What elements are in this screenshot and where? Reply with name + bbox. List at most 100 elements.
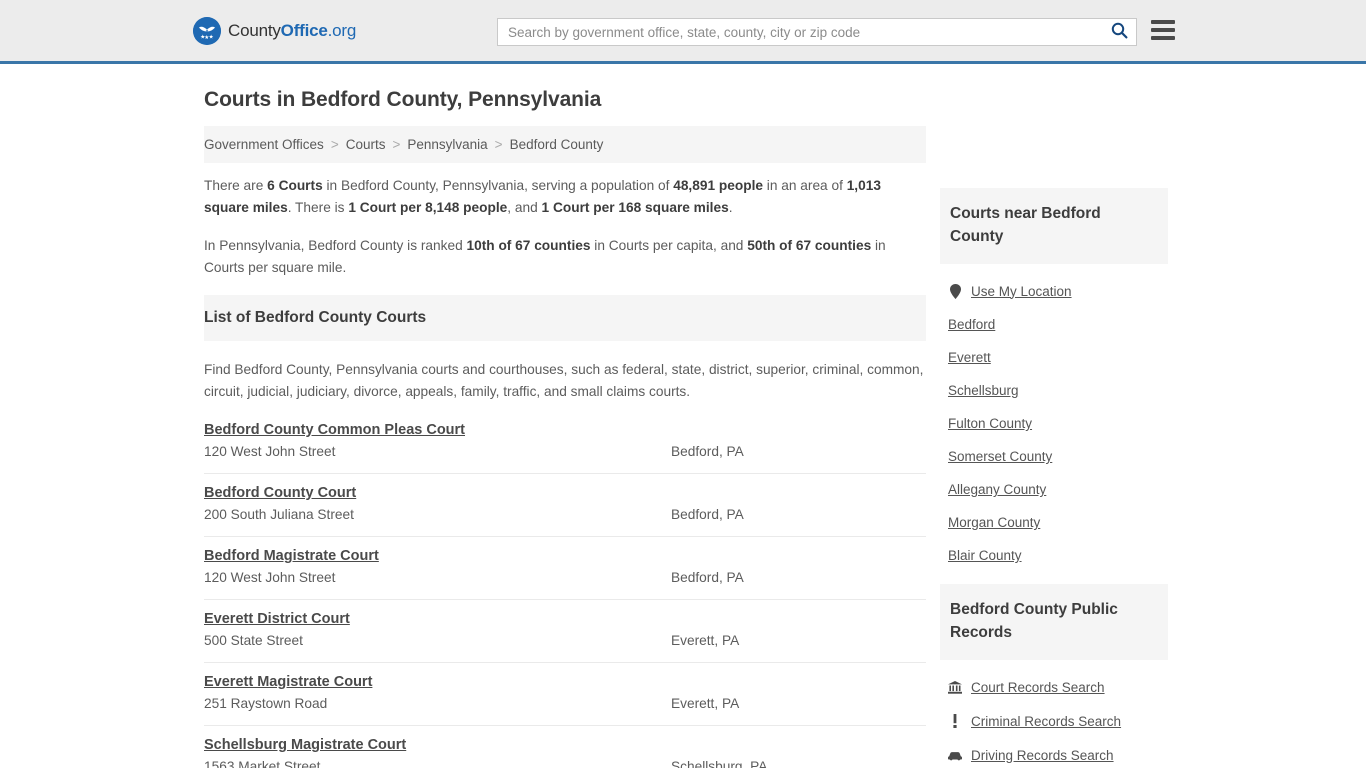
court-name-link[interactable]: Schellsburg Magistrate Court — [204, 737, 406, 753]
hamburger-bar — [1151, 28, 1175, 32]
stats-text: In Pennsylvania, Bedford County is ranke… — [204, 238, 467, 253]
sidebar-item-label: Fulton County — [948, 416, 1033, 431]
site-header: ★ ★ ★ CountyOffice.org — [0, 0, 1366, 64]
court-city: Schellsburg, PA — [671, 759, 768, 768]
public-records-panel: Bedford County Public Records Court Reco… — [940, 584, 1168, 768]
court-address: 1563 Market Street — [204, 759, 321, 768]
court-meta: 200 South Juliana Street Bedford, PA — [204, 507, 926, 527]
list-section-heading: List of Bedford County Courts — [204, 309, 427, 326]
court-city: Everett, PA — [671, 696, 740, 711]
public-records-heading: Bedford County Public Records — [950, 601, 1118, 641]
court-address: 251 Raystown Road — [204, 696, 328, 711]
list-section-header: List of Bedford County Courts — [204, 295, 926, 341]
main-content: Courts in Bedford County, Pennsylvania G… — [204, 88, 926, 768]
court-city: Bedford, PA — [671, 570, 744, 585]
stats-text: in Bedford County, Pennsylvania, serving… — [322, 178, 674, 193]
sidebar-item-blair-county[interactable]: Blair County — [940, 539, 1168, 572]
logo-text: CountyOffice.org — [228, 21, 356, 41]
breadcrumb-item-bedford-county: Bedford County — [509, 137, 604, 152]
logo-text-org: .org — [327, 21, 357, 40]
court-name-link[interactable]: Bedford County Common Pleas Court — [204, 422, 465, 438]
sidebar-item-fulton-county[interactable]: Fulton County — [940, 407, 1168, 440]
car-icon — [948, 747, 962, 763]
hamburger-bar — [1151, 20, 1175, 24]
site-logo[interactable]: ★ ★ ★ CountyOffice.org — [193, 17, 356, 45]
sidebar-item-use-my-location[interactable]: Use My Location — [940, 274, 1168, 308]
nearby-courts-panel: Courts near Bedford County Use My Locati… — [940, 188, 1168, 572]
court-list-item: Bedford Magistrate Court 120 West John S… — [204, 537, 926, 600]
breadcrumb-separator: > — [392, 137, 401, 152]
court-name-link[interactable]: Everett Magistrate Court — [204, 674, 372, 690]
sidebar-item-label: Allegany County — [948, 482, 1047, 497]
hamburger-menu-icon[interactable] — [1151, 20, 1175, 40]
sidebar-item-bedford[interactable]: Bedford — [940, 308, 1168, 341]
sidebar: Courts near Bedford County Use My Locati… — [940, 188, 1168, 768]
breadcrumb-item-pennsylvania[interactable]: Pennsylvania — [407, 137, 487, 152]
sidebar-item-court-records-search[interactable]: Court Records Search — [940, 670, 1168, 704]
sidebar-item-everett[interactable]: Everett — [940, 341, 1168, 374]
court-name-link[interactable]: Bedford County Court — [204, 485, 356, 501]
search-icon — [1111, 22, 1128, 42]
hamburger-bar — [1151, 36, 1175, 40]
sidebar-item-label: Court Records Search — [971, 679, 1105, 695]
court-address: 200 South Juliana Street — [204, 507, 354, 522]
stats-rank-per-capita: 10th of 67 counties — [466, 238, 591, 253]
court-city: Bedford, PA — [671, 444, 744, 459]
court-meta: 120 West John Street Bedford, PA — [204, 444, 926, 464]
sidebar-item-label: Use My Location — [971, 283, 1072, 299]
breadcrumb-separator: > — [330, 137, 339, 152]
breadcrumb: Government Offices > Courts > Pennsylvania > B… — [204, 126, 926, 163]
sidebar-item-criminal-records-search[interactable]: Criminal Records Search — [940, 704, 1168, 738]
sidebar-item-label: Somerset County — [948, 449, 1053, 464]
county-statistics: There are 6 Courts in Bedford County, Pe… — [204, 175, 926, 279]
stats-paragraph-rankings: In Pennsylvania, Bedford County is ranke… — [204, 235, 926, 279]
court-name-link[interactable]: Bedford Magistrate Court — [204, 548, 379, 564]
list-section-description: Find Bedford County, Pennsylvania courts… — [204, 362, 924, 399]
breadcrumb-separator: > — [494, 137, 503, 152]
court-city: Bedford, PA — [671, 507, 744, 522]
search-button[interactable] — [1102, 19, 1136, 45]
breadcrumb-item-government-offices[interactable]: Government Offices — [204, 137, 324, 152]
stats-text: , and — [507, 200, 542, 215]
court-name-link[interactable]: Everett District Court — [204, 611, 350, 627]
sidebar-item-label: Everett — [948, 350, 991, 365]
sidebar-item-label: Driving Records Search — [971, 747, 1114, 763]
stats-population: 48,891 people — [673, 178, 763, 193]
stats-text: . — [728, 200, 733, 215]
svg-text:★: ★ — [209, 33, 214, 40]
sidebar-item-schellsburg[interactable]: Schellsburg — [940, 374, 1168, 407]
search-bar[interactable] — [497, 18, 1137, 46]
court-address: 120 West John Street — [204, 570, 336, 585]
stats-text: . There is — [287, 200, 349, 215]
eagle-shield-icon: ★ ★ ★ — [193, 17, 221, 45]
page-title: Courts in Bedford County, Pennsylvania — [204, 88, 602, 111]
court-address: 120 West John Street — [204, 444, 336, 459]
sidebar-item-driving-records-search[interactable]: Driving Records Search — [940, 738, 1168, 768]
public-records-header: Bedford County Public Records — [940, 584, 1168, 660]
court-address: 500 State Street — [204, 633, 303, 648]
sidebar-item-morgan-county[interactable]: Morgan County — [940, 506, 1168, 539]
court-meta: 120 West John Street Bedford, PA — [204, 570, 926, 590]
sidebar-item-somerset-county[interactable]: Somerset County — [940, 440, 1168, 473]
sidebar-item-label: Morgan County — [948, 515, 1041, 530]
public-records-list: Court Records Search Criminal Records Se… — [940, 660, 1168, 768]
courthouse-icon — [948, 679, 962, 695]
court-list-item: Everett Magistrate Court 251 Raystown Ro… — [204, 663, 926, 726]
breadcrumb-item-courts[interactable]: Courts — [346, 137, 386, 152]
sidebar-item-label: Bedford — [948, 317, 996, 332]
court-list-item: Bedford County Common Pleas Court 120 We… — [204, 415, 926, 474]
stats-text: in Courts per capita, and — [590, 238, 748, 253]
stats-text: There are — [204, 178, 268, 193]
nearby-courts-header: Courts near Bedford County — [940, 188, 1168, 264]
search-input[interactable] — [498, 19, 1102, 45]
court-meta: 500 State Street Everett, PA — [204, 633, 926, 653]
court-list-item: Schellsburg Magistrate Court 1563 Market… — [204, 726, 926, 768]
stats-per-capita: 1 Court per 8,148 people — [348, 200, 508, 215]
sidebar-item-allegany-county[interactable]: Allegany County — [940, 473, 1168, 506]
court-meta: 1563 Market Street Schellsburg, PA — [204, 759, 926, 768]
nearby-courts-heading: Courts near Bedford County — [950, 205, 1101, 245]
nearby-courts-list: Use My Location Bedford Everett Schellsb… — [940, 264, 1168, 572]
stats-text: in an area of — [762, 178, 847, 193]
sidebar-item-label: Schellsburg — [948, 383, 1019, 398]
sidebar-item-label: Blair County — [948, 548, 1022, 563]
